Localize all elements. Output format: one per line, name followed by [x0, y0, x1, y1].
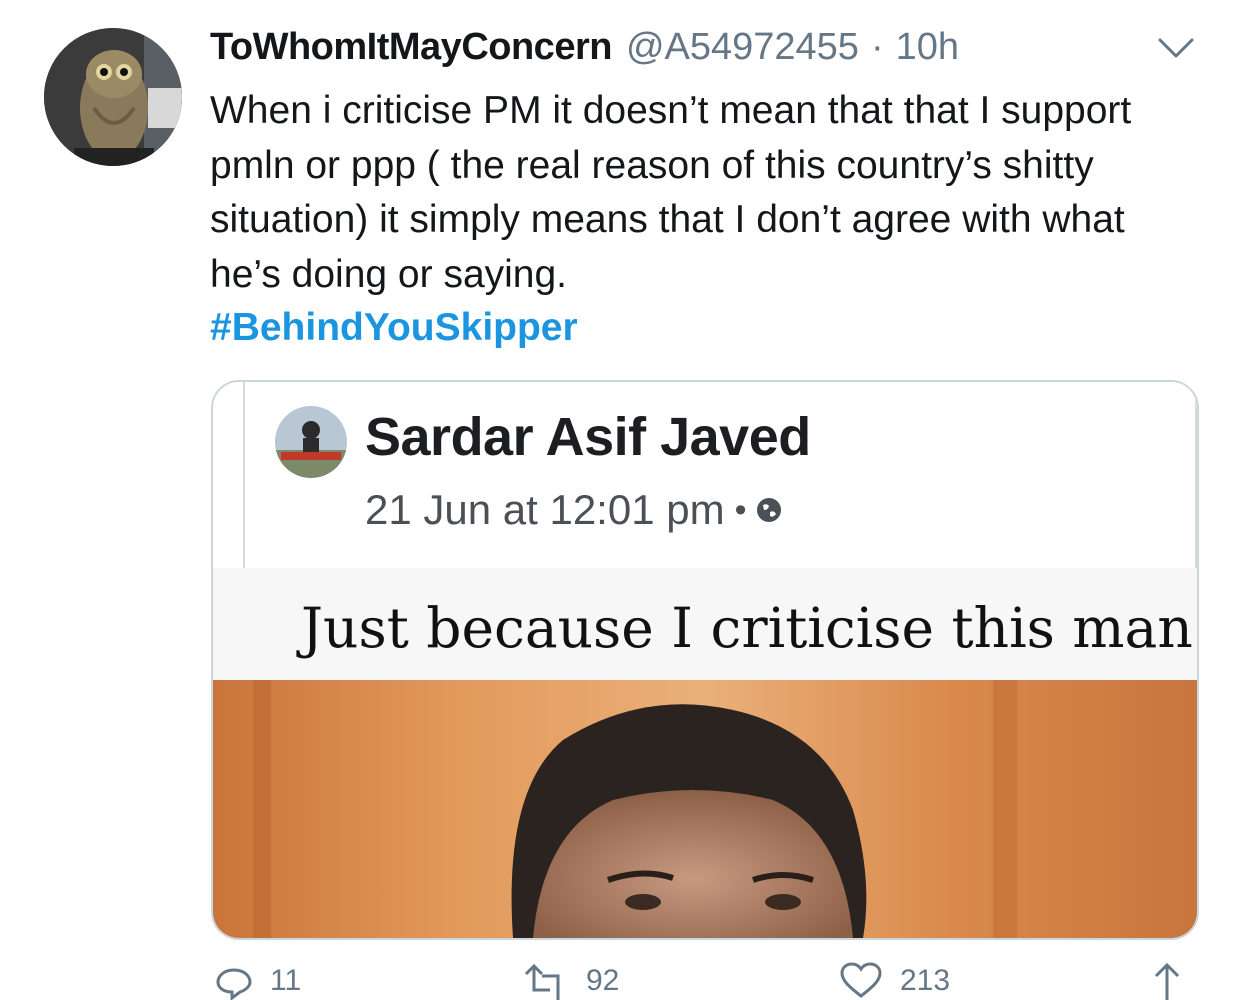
heart-icon: [840, 962, 882, 998]
tweet-header: ToWhomItMayConcern @A54972455 · 10h: [210, 26, 959, 76]
like-button[interactable]: 213: [838, 960, 950, 1000]
reply-count: 11: [270, 964, 302, 997]
reply-icon: [216, 968, 252, 1000]
embedded-post-header: Sardar Asif Javed 21 Jun at 12:01 pm •: [243, 382, 1197, 568]
display-name[interactable]: ToWhomItMayConcern: [210, 26, 612, 69]
tweet-time[interactable]: 10h: [896, 26, 959, 69]
chevron-down-icon[interactable]: [1156, 36, 1196, 62]
embedded-post-meta: 21 Jun at 12:01 pm •: [365, 486, 783, 534]
user-avatar[interactable]: [44, 28, 182, 166]
retweet-count: 92: [586, 964, 620, 997]
share-icon: [1154, 962, 1180, 1000]
globe-icon: [756, 498, 781, 522]
share-button[interactable]: [1150, 960, 1184, 1000]
hashtag-link[interactable]: #BehindYouSkipper: [210, 301, 578, 355]
separator: ·: [870, 26, 884, 68]
retweet-icon: [524, 963, 560, 1000]
embedded-caption: Just because I criticise this man: [301, 596, 1193, 660]
embedded-photo: [213, 680, 1197, 938]
owl-avatar-icon: [44, 28, 182, 166]
reply-button[interactable]: 11: [214, 960, 301, 1000]
tweet-actions: 11 92 213: [0, 960, 1242, 1000]
retweet-button[interactable]: 92: [522, 960, 619, 1000]
media-card[interactable]: Sardar Asif Javed 21 Jun at 12:01 pm • J…: [211, 380, 1199, 940]
embedded-author-avatar: [275, 406, 347, 478]
like-count: 213: [900, 964, 951, 997]
meta-dot: •: [734, 490, 747, 529]
person-avatar-icon: [275, 406, 347, 478]
tweet-text: When i criticise PM it doesn’t mean that…: [210, 89, 1132, 296]
embedded-author-name: Sardar Asif Javed: [365, 407, 811, 467]
user-handle[interactable]: @A54972455: [626, 26, 859, 69]
embedded-timestamp: 21 Jun at 12:01 pm: [365, 486, 725, 533]
